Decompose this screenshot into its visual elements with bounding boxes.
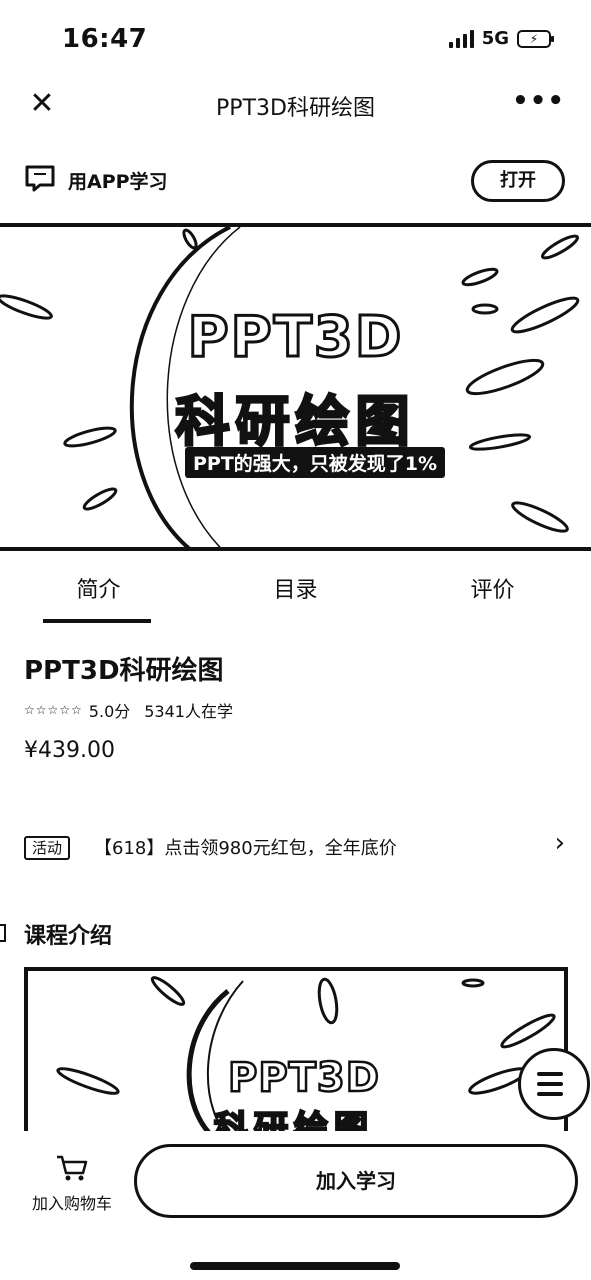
promo-row[interactable]: 活动 【618】点击领980元红包，全年底价 › — [24, 826, 569, 866]
tab-bar: 简介 目录 评价 — [0, 556, 591, 626]
add-to-cart-button[interactable]: 加入购物车 — [24, 1154, 120, 1214]
tab-catalog[interactable]: 目录 — [197, 556, 394, 626]
banner-subtitle: 科研绘图 — [174, 389, 416, 455]
cart-label: 加入购物车 — [31, 1194, 112, 1213]
status-indicators: 5G ⚡ — [448, 28, 554, 49]
app-promo-bar: 用APP学习 打开 — [0, 150, 591, 212]
cart-icon — [57, 1155, 88, 1181]
course-price: ¥439.00 — [24, 738, 115, 763]
tab-reviews[interactable]: 评价 — [394, 556, 591, 626]
banner-tagline: PPT的强大，只被发现了1% — [185, 447, 446, 478]
page-title: PPT3D科研绘图 — [216, 96, 375, 121]
promo-text: 【618】点击领980元红包，全年底价 — [94, 838, 397, 859]
chevron-right-icon: › — [554, 828, 565, 858]
bottom-action-bar: 加入购物车 加入学习 — [0, 1134, 591, 1280]
tab-intro[interactable]: 简介 — [0, 556, 197, 626]
book-icon — [25, 165, 55, 192]
menu-fab-button[interactable] — [518, 1048, 590, 1120]
open-app-button[interactable]: 打开 — [471, 160, 565, 202]
app-learn-label[interactable]: 用APP学习 — [68, 167, 168, 194]
more-icon[interactable]: ••• — [512, 86, 565, 116]
course-banner: PPT3D 科研绘图 PPT的强大，只被发现了1% — [0, 223, 591, 551]
network-label: 5G — [481, 28, 509, 49]
home-indicator — [190, 1262, 400, 1270]
course-title: PPT3D科研绘图 — [24, 656, 224, 686]
section-marker — [0, 924, 6, 942]
learner-count: 5341人在学 — [144, 702, 233, 721]
nav-bar: ✕ PPT3D科研绘图 ••• — [0, 80, 591, 130]
preview-subtitle: 科研绘图 — [213, 1108, 374, 1131]
status-time: 16:47 — [62, 24, 148, 54]
rating-row: ☆☆☆☆☆ 5.0分 5341人在学 — [24, 698, 233, 722]
status-bar: 16:47 5G ⚡ — [0, 0, 591, 80]
promo-badge: 活动 — [24, 836, 71, 860]
preview-title: PPT3D — [227, 1054, 380, 1103]
rating-score: 5.0分 — [88, 702, 131, 721]
list-icon — [537, 1072, 563, 1076]
intro-preview-image: PPT3D 科研绘图 — [24, 967, 568, 1131]
rating-stars: ☆☆☆☆☆ — [24, 703, 83, 717]
section-title: 课程介绍 — [24, 924, 113, 949]
join-learning-button[interactable]: 加入学习 — [134, 1144, 578, 1218]
signal-icon — [448, 29, 474, 48]
battery-icon: ⚡ — [517, 29, 554, 48]
banner-title: PPT3D — [186, 304, 404, 372]
